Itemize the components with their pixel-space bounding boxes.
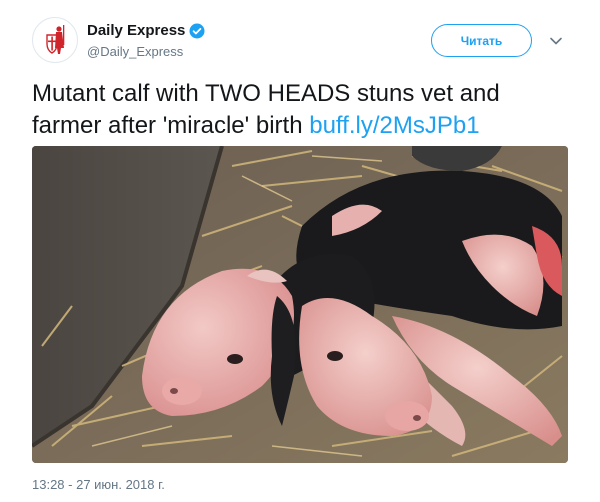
tweet-timestamp[interactable]: 13:28 - 27 июн. 2018 г. (32, 477, 165, 492)
tweet-text: Mutant calf with TWO HEADS stuns vet and… (32, 78, 572, 142)
author-handle[interactable]: @Daily_Express (87, 44, 183, 59)
avatar[interactable] (32, 17, 78, 63)
tweet-photo[interactable] (32, 146, 568, 463)
tweet-link[interactable]: buff.ly/2MsJPb1 (309, 112, 479, 139)
follow-button[interactable]: Читать (431, 24, 532, 57)
author-name[interactable]: Daily Express (87, 22, 185, 39)
crusader-logo-icon (34, 19, 76, 61)
calf-photo-illustration (32, 146, 568, 463)
author-row[interactable]: Daily Express (87, 22, 205, 39)
verified-badge-icon (189, 23, 205, 38)
chevron-down-icon[interactable] (548, 33, 564, 49)
